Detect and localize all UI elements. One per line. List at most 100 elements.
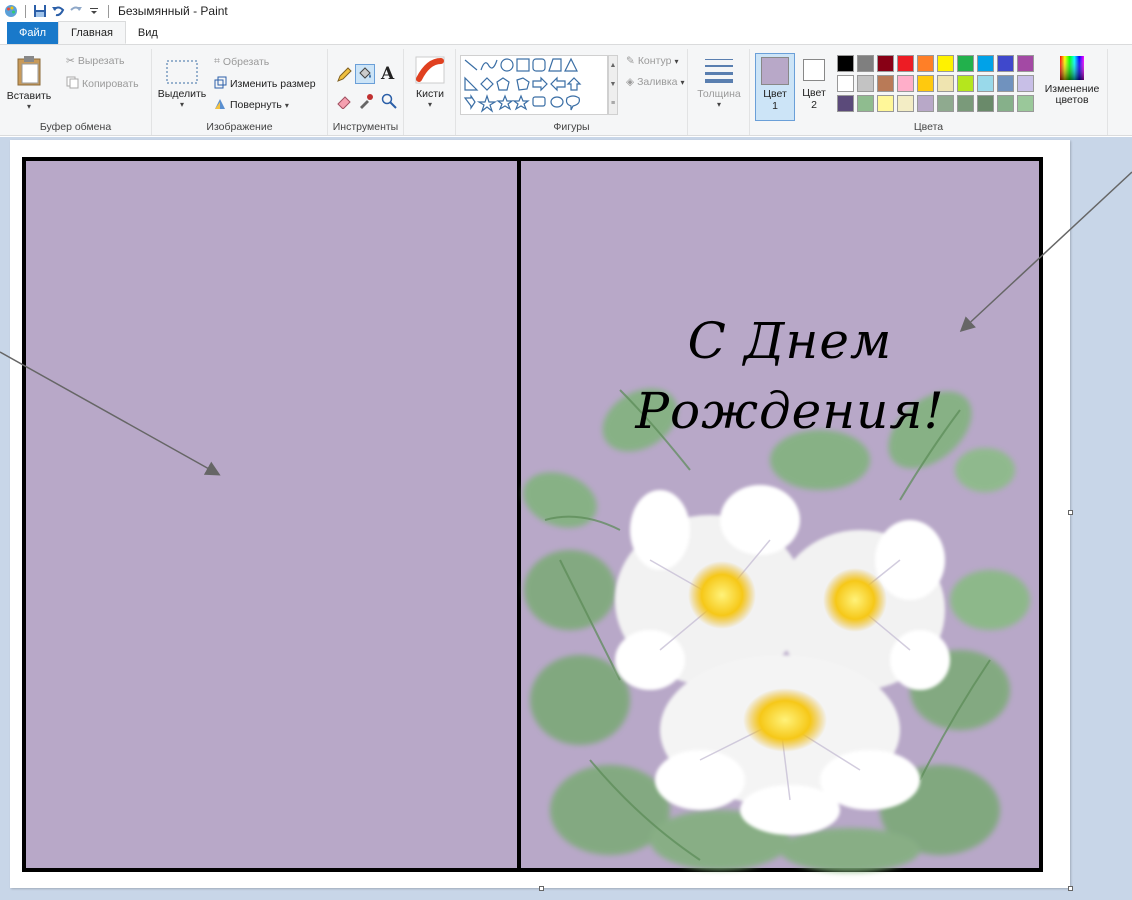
select-dropdown-icon[interactable]: ▾	[180, 100, 184, 109]
save-icon[interactable]	[33, 4, 47, 18]
palette-color-swatch[interactable]	[977, 55, 994, 72]
cut-button[interactable]: ✂ Вырезать	[66, 55, 125, 67]
paste-icon	[16, 55, 42, 90]
select-button[interactable]: Выделить ▾	[158, 59, 206, 109]
color2-number: 2	[811, 99, 817, 111]
palette-color-swatch[interactable]	[857, 75, 874, 92]
canvas-resize-handle-right[interactable]	[1068, 510, 1073, 515]
canvas-resize-handle-bottom[interactable]	[539, 886, 544, 891]
shapes-group-label: Фигуры	[553, 121, 590, 133]
rotate-button[interactable]: Повернуть ▾	[214, 97, 289, 113]
fill-button[interactable]: ◈ Заливка ▾	[626, 76, 685, 88]
rotate-label: Повернуть	[230, 99, 282, 111]
paste-label: Вставить	[6, 90, 52, 102]
outline-label: Контур	[637, 55, 672, 67]
palette-color-swatch[interactable]	[857, 95, 874, 112]
title-separator	[108, 4, 109, 18]
tools-group: A Инструменты	[328, 49, 404, 135]
palette-color-swatch[interactable]	[857, 55, 874, 72]
shapes-group: ▲ ▼ ≡ ✎ Контур ▾ ◈ Заливка ▾ Фигуры	[456, 49, 688, 135]
tools-group-label: Инструменты	[332, 121, 399, 133]
scissors-icon: ✂	[66, 55, 75, 67]
magnifier-tool[interactable]	[381, 93, 397, 112]
paint-bucket-icon	[357, 65, 373, 84]
palette-color-swatch[interactable]	[997, 95, 1014, 112]
outline-button[interactable]: ✎ Контур ▾	[626, 55, 678, 67]
brushes-dropdown-icon[interactable]: ▾	[428, 100, 432, 109]
palette-color-swatch[interactable]	[977, 95, 994, 112]
crop-icon: ⌗	[214, 55, 220, 67]
shapes-scrollbar[interactable]: ▲ ▼ ≡	[608, 55, 618, 115]
copy-button[interactable]: Копировать	[66, 76, 139, 92]
canvas-resize-handle-corner[interactable]	[1068, 886, 1073, 891]
palette-color-swatch[interactable]	[917, 95, 934, 112]
rotate-dropdown-icon: ▾	[284, 100, 289, 110]
color1-label: Цвет	[763, 88, 787, 100]
eraser-tool[interactable]	[336, 93, 352, 112]
palette-color-swatch[interactable]	[877, 75, 894, 92]
thickness-lines-icon	[703, 55, 735, 88]
thickness-dropdown-icon: ▾	[716, 100, 721, 109]
fill-label: Заливка	[637, 76, 678, 88]
paint-app-icon[interactable]	[4, 4, 18, 18]
palette-color-swatch[interactable]	[897, 95, 914, 112]
fill-tool[interactable]	[355, 64, 375, 84]
window-title: Безымянный - Paint	[118, 4, 228, 18]
palette-color-swatch[interactable]	[877, 95, 894, 112]
palette-color-swatch[interactable]	[937, 75, 954, 92]
palette-color-swatch[interactable]	[937, 95, 954, 112]
palette-color-swatch[interactable]	[897, 75, 914, 92]
palette-color-swatch[interactable]	[997, 75, 1014, 92]
brushes-group: Кисти ▾	[404, 49, 456, 135]
palette-color-swatch[interactable]	[1017, 75, 1034, 92]
palette-color-swatch[interactable]	[917, 75, 934, 92]
palette-color-swatch[interactable]	[957, 55, 974, 72]
edit-colors-button[interactable]: Изменение цветов	[1042, 55, 1102, 106]
image-group: Выделить ▾ ⌗ Обрезать Изменить размер По…	[152, 49, 328, 135]
rotate-icon	[214, 97, 227, 113]
resize-label: Изменить размер	[230, 78, 316, 90]
palette-color-swatch[interactable]	[1017, 95, 1034, 112]
paste-button[interactable]: Вставить ▾	[4, 55, 54, 111]
pencil-icon	[336, 67, 352, 86]
brushes-button[interactable]: Кисти ▾	[410, 55, 450, 109]
palette-color-swatch[interactable]	[937, 55, 954, 72]
palette-color-swatch[interactable]	[957, 75, 974, 92]
greeting-line-1: С Днем	[687, 312, 893, 370]
customize-quick-access-icon[interactable]	[87, 4, 101, 18]
ribbon-tabs: Файл Главная Вид	[0, 21, 1132, 44]
palette-color-swatch[interactable]	[837, 75, 854, 92]
palette-color-swatch[interactable]	[957, 95, 974, 112]
palette-color-swatch[interactable]	[917, 55, 934, 72]
color-picker-tool[interactable]	[358, 93, 374, 112]
card-fold-line	[517, 157, 521, 872]
undo-icon[interactable]	[51, 4, 65, 18]
palette-color-swatch[interactable]	[877, 55, 894, 72]
palette-color-swatch[interactable]	[897, 55, 914, 72]
text-tool[interactable]: A	[381, 64, 394, 84]
crop-button[interactable]: ⌗ Обрезать	[214, 55, 269, 68]
palette-color-swatch[interactable]	[837, 95, 854, 112]
palette-color-swatch[interactable]	[1017, 55, 1034, 72]
tab-file[interactable]: Файл	[7, 22, 59, 44]
tab-view[interactable]: Вид	[126, 22, 170, 44]
thickness-group: Толщина ▾	[688, 49, 750, 135]
greeting-card-drawing[interactable]	[22, 157, 1043, 872]
ribbon: Вставить ▾ ✂ Вырезать Копировать Буфер о…	[0, 44, 1132, 136]
palette-color-swatch[interactable]	[997, 55, 1014, 72]
resize-icon	[214, 76, 227, 92]
color2-button[interactable]: Цвет 2	[797, 53, 831, 121]
resize-button[interactable]: Изменить размер	[214, 76, 316, 92]
redo-icon[interactable]	[69, 4, 83, 18]
palette-color-swatch[interactable]	[837, 55, 854, 72]
palette-color-swatch[interactable]	[977, 75, 994, 92]
tab-home[interactable]: Главная	[58, 21, 126, 44]
paste-dropdown-icon[interactable]: ▾	[27, 102, 31, 111]
color1-button[interactable]: Цвет 1	[755, 53, 795, 121]
colors-group: Цвет 1 Цвет 2 Изменение цветов Цвета	[750, 49, 1108, 135]
shapes-gallery[interactable]	[460, 55, 608, 115]
thickness-button[interactable]: Толщина ▾	[696, 55, 742, 109]
pencil-tool[interactable]	[336, 67, 352, 86]
color1-swatch	[761, 57, 789, 85]
fill-dropdown-icon: ▾	[680, 77, 685, 87]
